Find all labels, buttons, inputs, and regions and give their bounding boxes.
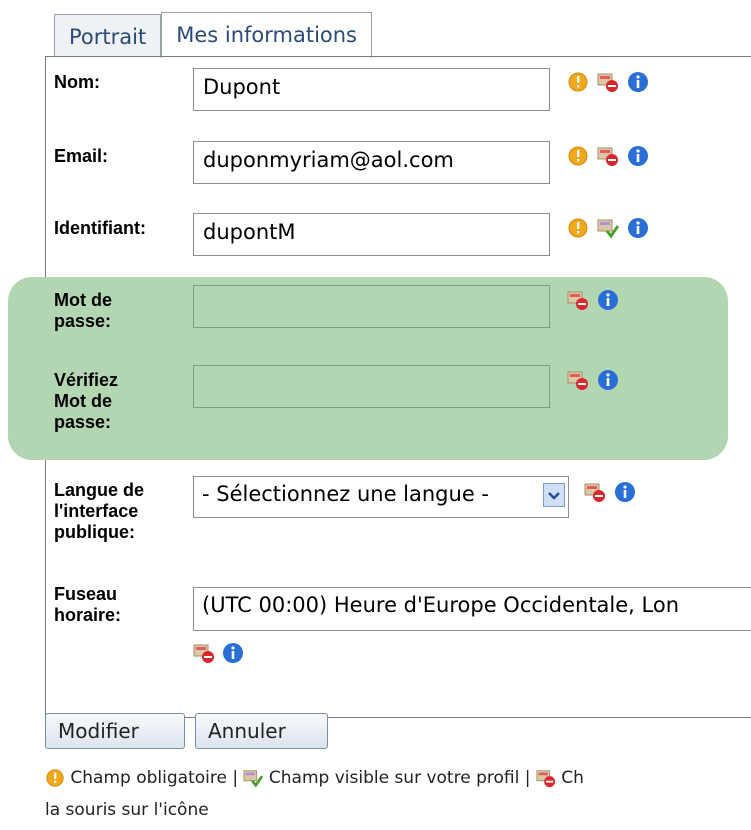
info-icon[interactable] (597, 369, 619, 391)
hidden-profile-icon[interactable] (193, 642, 215, 664)
hidden-profile-icon[interactable] (567, 369, 589, 391)
info-icon[interactable] (627, 71, 649, 93)
langue-selected-value: - Sélectionnez une langue - (202, 482, 489, 506)
hidden-profile-icon[interactable] (584, 481, 606, 503)
hidden-profile-icon[interactable] (597, 71, 619, 93)
legend-visible: Champ visible sur votre profil | (268, 768, 531, 788)
hidden-profile-icon[interactable] (567, 289, 589, 311)
info-icon[interactable] (627, 145, 649, 167)
visible-profile-icon (243, 770, 264, 788)
legend-line-1: Champ obligatoire | Champ visible sur vo… (45, 768, 584, 788)
warning-icon (568, 218, 588, 238)
identifiant-input[interactable]: dupontM (193, 213, 550, 256)
nom-input[interactable]: Dupont (193, 68, 550, 111)
email-input[interactable]: duponmyriam@aol.com (193, 141, 550, 184)
tab-mes-informations[interactable]: Mes informations (161, 12, 372, 58)
fuseau-select[interactable]: (UTC 00:00) Heure d'Europe Occidentale, … (193, 587, 751, 631)
fuseau-label: Fuseau horaire: (54, 584, 122, 625)
tab-bar: Portrait Mes informations (54, 12, 372, 58)
chevron-down-icon[interactable] (543, 483, 565, 507)
visible-profile-icon[interactable] (597, 217, 619, 239)
legend-hidden: Ch (561, 768, 584, 788)
modifier-button[interactable]: Modifier (45, 713, 185, 749)
info-icon[interactable] (222, 642, 244, 664)
email-label: Email: (54, 146, 109, 166)
langue-label: Langue de l'interface publique: (54, 480, 145, 542)
password-verify-input[interactable] (193, 365, 550, 408)
warning-icon (568, 72, 588, 92)
fuseau-selected-value: (UTC 00:00) Heure d'Europe Occidentale, … (202, 593, 680, 617)
info-icon[interactable] (597, 289, 619, 311)
info-icon[interactable] (614, 481, 636, 503)
password-verify-label: Vérifiez Mot de passe: (54, 370, 119, 432)
identifiant-label: Identifiant: (54, 218, 146, 238)
legend-line-2: la souris sur l'icône (45, 800, 209, 820)
warning-icon (568, 146, 588, 166)
hidden-profile-icon (536, 770, 555, 788)
annuler-button[interactable]: Annuler (195, 713, 328, 749)
langue-select[interactable]: - Sélectionnez une langue - (193, 476, 569, 518)
password-label: Mot de passe: (54, 290, 112, 331)
nom-label: Nom: (54, 72, 100, 92)
password-input[interactable] (193, 285, 550, 328)
legend-required: Champ obligatoire | (70, 768, 239, 788)
hidden-profile-icon[interactable] (597, 145, 619, 167)
warning-icon (46, 769, 64, 787)
tab-portrait[interactable]: Portrait (54, 14, 162, 57)
info-icon[interactable] (627, 217, 649, 239)
